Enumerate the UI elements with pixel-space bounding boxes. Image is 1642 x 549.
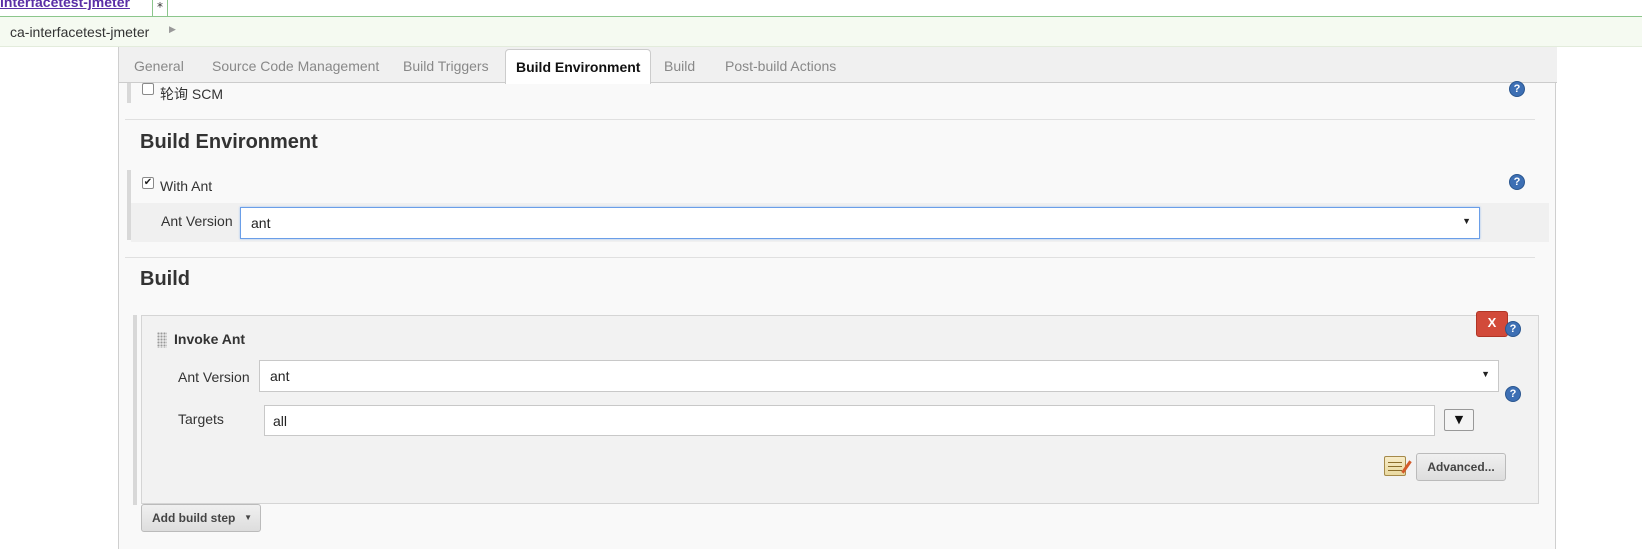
step-ant-version-select[interactable]: ant ▼ xyxy=(259,360,1499,392)
dropdown-arrow-icon: ▼ xyxy=(1481,369,1490,379)
divider xyxy=(125,119,1535,120)
targets-input[interactable]: all xyxy=(264,405,1435,436)
chevron-down-icon: ▼ xyxy=(244,513,252,522)
delete-step-button[interactable]: X xyxy=(1476,311,1508,337)
breadcrumb: ca-interfacetest-jmeter ▶ xyxy=(0,17,1642,47)
with-ant-help-icon[interactable]: ? xyxy=(1509,174,1525,190)
add-build-step-button[interactable]: Add build step ▼ xyxy=(141,504,261,532)
poll-scm-checkbox[interactable] xyxy=(142,83,154,95)
config-tabbar: General Source Code Management Build Tri… xyxy=(119,47,1557,84)
targets-label: Targets xyxy=(178,411,224,427)
with-ant-label: With Ant xyxy=(160,178,213,194)
divider xyxy=(125,257,1535,258)
step-ant-version-value: ant xyxy=(270,368,290,384)
dropdown-arrow-icon: ▼ xyxy=(1462,216,1471,226)
ant-version-select[interactable]: ant ▼ xyxy=(240,207,1480,239)
with-ant-checkbox[interactable]: ✔ xyxy=(142,177,154,189)
build-environment-title: Build Environment xyxy=(140,131,318,153)
breadcrumb-item-project[interactable]: ca-interfacetest-jmeter xyxy=(10,24,149,40)
tab-build[interactable]: Build xyxy=(664,58,695,74)
tab-post-build-actions[interactable]: Post-build Actions xyxy=(725,58,836,74)
poll-scm-label: 轮询 SCM xyxy=(160,86,223,102)
expand-targets-button[interactable]: ▼ xyxy=(1444,409,1474,431)
tab-build-triggers[interactable]: Build Triggers xyxy=(403,58,489,74)
tab-source-code-management[interactable]: Source Code Management xyxy=(212,58,379,74)
drag-handle-icon[interactable] xyxy=(157,332,167,348)
tab-build-environment[interactable]: Build Environment xyxy=(505,49,652,84)
notepad-icon[interactable] xyxy=(1384,456,1406,476)
project-link[interactable]: interfacetest-jmeter xyxy=(0,0,130,10)
top-bar: interfacetest-jmeter * xyxy=(0,0,1642,17)
ant-version-label: Ant Version xyxy=(161,213,233,229)
invoke-ant-help-icon[interactable]: ? xyxy=(1505,321,1521,337)
ant-version-value: ant xyxy=(251,215,271,231)
row-indicator xyxy=(127,83,131,103)
config-panel: General Source Code Management Build Tri… xyxy=(118,47,1557,549)
build-step-title: Invoke Ant xyxy=(174,331,246,347)
breadcrumb-arrow-icon[interactable]: ▶ xyxy=(169,25,176,35)
build-step-invoke-ant: Invoke Ant X Ant Version ant ▼ Targets a… xyxy=(141,311,1539,504)
poll-scm-help-icon[interactable]: ? xyxy=(1509,81,1525,97)
targets-help-icon[interactable]: ? xyxy=(1505,386,1521,402)
row-indicator xyxy=(133,315,137,505)
advanced-button[interactable]: Advanced... xyxy=(1416,453,1506,481)
top-separator: * xyxy=(152,0,168,17)
step-ant-version-label: Ant Version xyxy=(178,369,250,385)
build-title: Build xyxy=(140,268,190,290)
add-build-step-label: Add build step xyxy=(152,511,236,525)
tab-general[interactable]: General xyxy=(134,58,184,74)
